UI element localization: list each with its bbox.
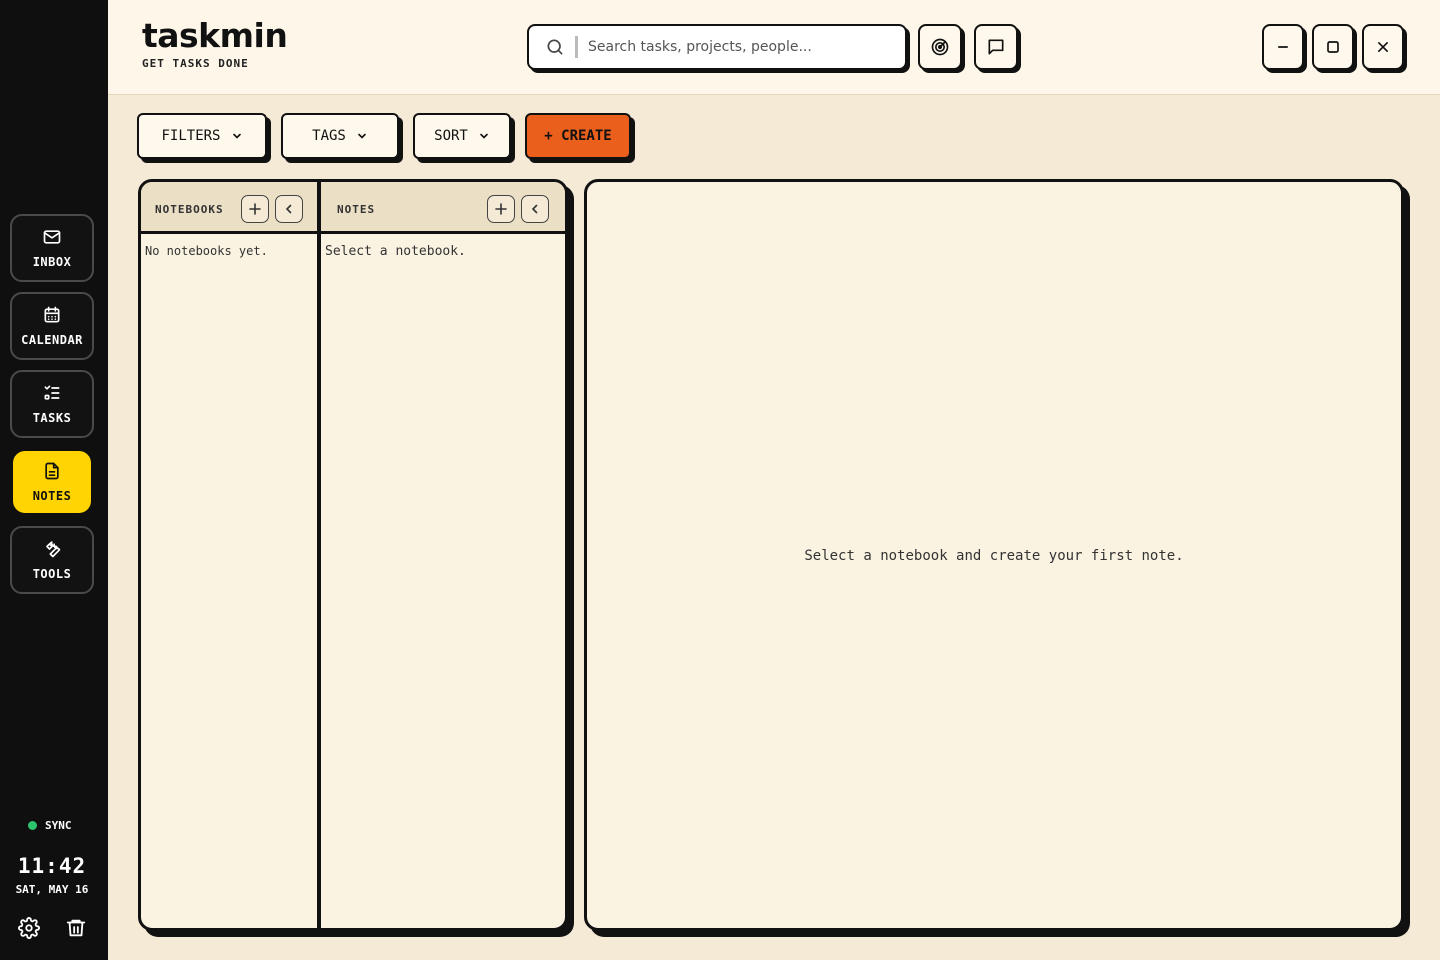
trash-icon[interactable] [65,917,87,939]
sync-label: SYNC [45,819,72,832]
clock-date: SAT, MAY 16 [15,883,89,896]
close-button[interactable] [1362,24,1404,70]
minimize-icon [1278,46,1288,48]
chat-bubble-icon [988,39,1004,55]
sync-status: SYNC [28,819,72,832]
filters-dropdown[interactable]: FILTERS [137,113,267,159]
app-tagline: GET TASKS DONE [142,57,249,70]
checklist-icon [44,385,60,400]
app-window: INBOX CALENDAR TASKS NOTES TOOLS SYNC 11… [0,0,1440,960]
sidebar: INBOX CALENDAR TASKS NOTES TOOLS SYNC 11… [0,0,108,960]
add-notebook-button[interactable] [241,195,269,223]
editor-empty-message: Select a notebook and create your first … [804,548,1184,564]
radar-icon [931,38,949,56]
nav-tools-label: TOOLS [32,567,72,581]
nav-inbox-button[interactable]: INBOX [10,214,94,282]
notes-header: NOTES [321,182,565,234]
mail-icon [43,230,61,244]
column-divider [317,182,321,928]
notebooks-header: NOTEBOOKS [141,182,317,234]
create-button[interactable]: + CREATE [525,113,631,159]
collapse-notes-button[interactable] [521,195,549,223]
tags-label: TAGS [312,128,346,144]
clock-time: 11:42 [17,854,87,878]
minimize-button[interactable] [1262,24,1304,70]
document-icon [45,462,59,480]
calendar-icon [44,306,60,323]
search-box [527,24,907,70]
notebooks-notes-panel: NOTEBOOKS NOTES No notebooks yet. Select… [138,179,568,931]
nav-tasks-label: TASKS [32,411,72,425]
notes-empty-text: Select a notebook. [325,244,466,259]
close-icon [1378,42,1388,53]
notebooks-empty-text: No notebooks yet. [145,244,268,258]
radar-button[interactable] [918,24,962,70]
brand: taskmin GET TASKS DONE [142,16,288,70]
nav-calendar-button[interactable]: CALENDAR [10,292,94,360]
search-input[interactable] [588,39,888,55]
filters-label: FILTERS [161,128,221,144]
nav-inbox-label: INBOX [32,255,72,269]
sync-dot-icon [28,821,37,830]
chevron-left-icon [531,204,538,214]
plus-icon [495,203,507,215]
sort-dropdown[interactable]: SORT [413,113,511,159]
messages-button[interactable] [974,24,1018,70]
search-divider [575,36,578,58]
app-logo-name: taskmin [142,16,288,55]
nav-notes-label: NOTES [32,489,72,503]
maximize-icon [1327,41,1339,53]
tags-dropdown[interactable]: TAGS [281,113,399,159]
notes-title: NOTES [337,203,376,216]
nav-tools-button[interactable]: TOOLS [10,526,94,594]
settings-gear-icon[interactable] [18,917,40,939]
top-header: taskmin GET TASKS DONE [108,0,1440,95]
chevron-left-icon [285,204,292,214]
note-editor-panel: Select a notebook and create your first … [584,179,1404,931]
create-label: + CREATE [544,128,612,144]
plus-icon [249,203,261,215]
nav-tasks-button[interactable]: TASKS [10,370,94,438]
collapse-notebooks-button[interactable] [275,195,303,223]
chevron-down-icon [358,133,366,139]
search-icon [547,39,563,55]
nav-notes-button[interactable]: NOTES [13,451,91,513]
nav-calendar-label: CALENDAR [21,333,83,347]
notebooks-title: NOTEBOOKS [155,203,224,216]
maximize-button[interactable] [1312,24,1354,70]
wrench-icon [46,541,61,558]
chevron-down-icon [232,133,241,139]
add-note-button[interactable] [487,195,515,223]
sort-label: SORT [434,128,468,144]
chevron-down-icon [480,133,488,139]
